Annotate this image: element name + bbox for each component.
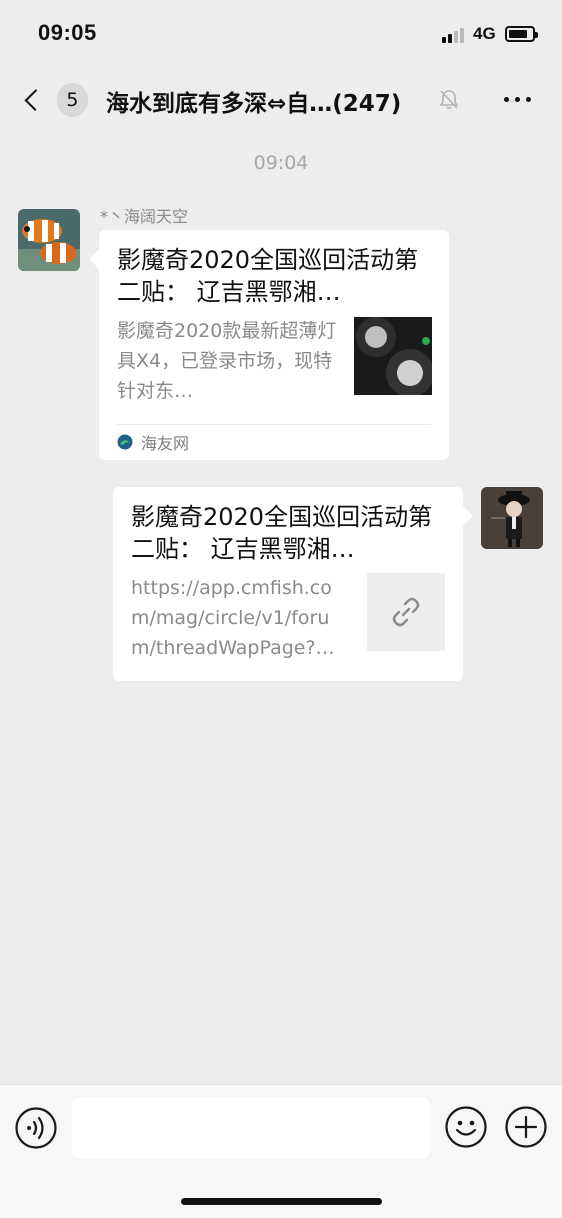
shared-article-card[interactable]: 影魔奇2020全国巡回活动第二贴： 辽吉黑鄂湘… 影魔奇2020款最新超薄灯具X… [99, 230, 449, 460]
battery-icon [505, 26, 538, 42]
unread-count-badge: 5 [56, 83, 88, 117]
network-type: 4G [473, 24, 496, 43]
link-placeholder [367, 573, 445, 651]
card-description: 影魔奇2020款最新超薄灯具X4，已登录市场，现特针对东… [117, 320, 337, 402]
link-icon [392, 597, 420, 627]
emoji-icon[interactable] [445, 1106, 487, 1148]
message-timestamp: 09:04 [253, 152, 309, 174]
card-url: https://app.cmfish.com/mag/circle/v1/for… [131, 577, 335, 659]
signal-strength-icon [442, 27, 466, 43]
my-avatar[interactable] [481, 487, 543, 549]
home-indicator[interactable] [181, 1198, 382, 1205]
source-logo-icon [117, 434, 133, 450]
card-divider [117, 424, 431, 425]
message-input[interactable] [72, 1098, 430, 1158]
sender-avatar[interactable] [18, 209, 80, 271]
sender-name: *丶海阔天空 [100, 207, 189, 226]
article-thumbnail [354, 317, 432, 395]
status-time: 09:05 [38, 20, 97, 45]
card-source: 海友网 [117, 430, 189, 454]
status-bar: 09:05 4G [0, 0, 562, 68]
nav-bar: 5 海水到底有多深⇔自…(247) [0, 68, 562, 132]
card-title: 影魔奇2020全国巡回活动第二贴： 辽吉黑鄂湘… [117, 246, 419, 306]
back-chevron-icon [24, 89, 47, 111]
voice-icon[interactable] [15, 1107, 57, 1149]
plus-icon[interactable] [505, 1106, 547, 1148]
shared-link-card[interactable]: 影魔奇2020全国巡回活动第二贴： 辽吉黑鄂湘… https://app.cmf… [113, 487, 463, 681]
more-dots-icon[interactable] [504, 90, 538, 108]
mute-bell-icon [439, 90, 459, 109]
back-button[interactable]: 5 [18, 82, 88, 118]
source-name: 海友网 [141, 434, 190, 453]
card-title: 影魔奇2020全国巡回活动第二贴： 辽吉黑鄂湘… [131, 503, 433, 563]
chat-title[interactable]: 海水到底有多深⇔自…(247) [106, 84, 401, 118]
